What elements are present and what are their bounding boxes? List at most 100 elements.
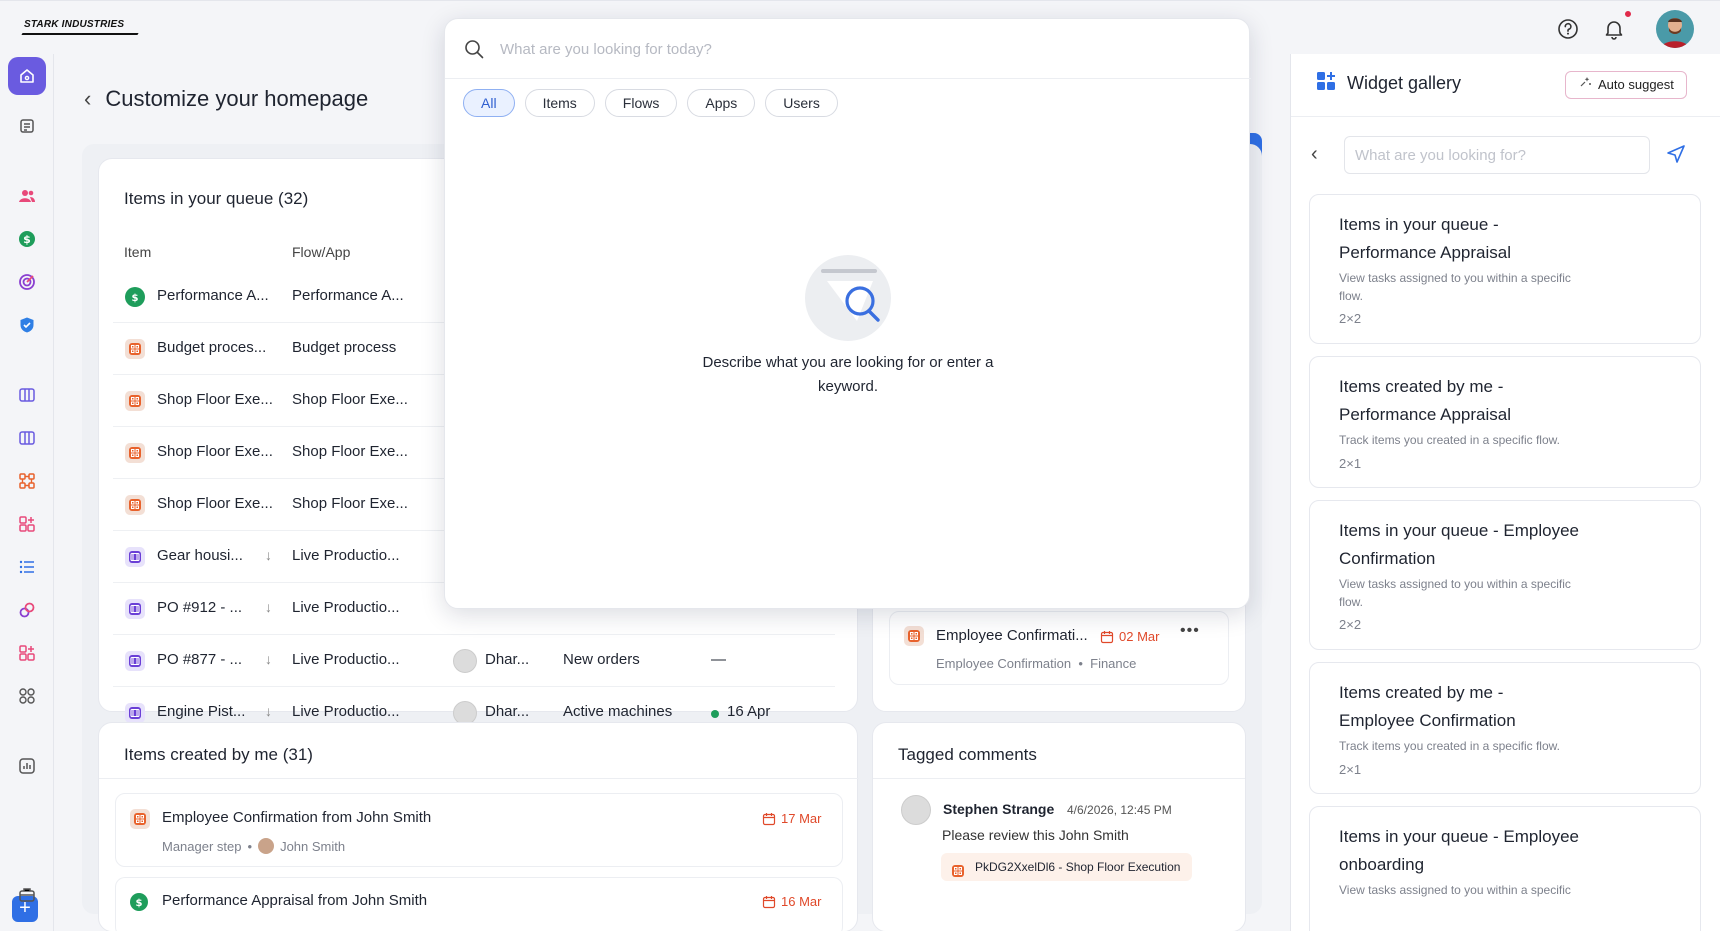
avatar bbox=[901, 795, 931, 825]
widget-card-size: 2×2 bbox=[1339, 617, 1362, 632]
created-card-title: Items created by me (31) bbox=[124, 745, 313, 764]
search-input[interactable] bbox=[500, 37, 1200, 61]
tagged-card: Tagged comments Stephen Strange 4/6/2026… bbox=[872, 722, 1246, 931]
due-date: 02 Mar bbox=[1100, 629, 1159, 644]
dollar-icon: $ bbox=[130, 893, 148, 911]
avatar[interactable] bbox=[1656, 10, 1694, 48]
dollar-icon: $ bbox=[125, 287, 145, 307]
send-icon[interactable] bbox=[1666, 144, 1686, 169]
apps-add-icon[interactable] bbox=[12, 638, 42, 668]
auto-suggest-button[interactable]: Auto suggest bbox=[1565, 71, 1687, 99]
widget-card[interactable]: Items created by me - Performance Apprais… bbox=[1309, 356, 1701, 488]
link-icon[interactable] bbox=[12, 595, 42, 625]
notes-icon[interactable] bbox=[12, 111, 42, 141]
row-flow: Shop Floor Exe... bbox=[292, 495, 408, 512]
svg-text:$: $ bbox=[23, 233, 31, 246]
list-item[interactable]: $ Performance Appraisal from John Smith … bbox=[115, 877, 843, 931]
chart-icon[interactable] bbox=[12, 751, 42, 781]
sparkle-icon bbox=[1578, 72, 1592, 98]
search-popup: All Items Flows Apps Users Describe what… bbox=[444, 18, 1251, 609]
col-head-flow: Flow/App bbox=[292, 244, 351, 260]
flow-icon bbox=[125, 391, 145, 411]
more-icon[interactable]: ••• bbox=[1180, 622, 1200, 640]
widget-card-desc: View tasks assigned to you within a spec… bbox=[1339, 271, 1571, 303]
board-icon bbox=[125, 599, 145, 619]
arrow-down-icon: ↓ bbox=[265, 547, 272, 563]
widget-card[interactable]: Items in your queue - Employee Confirmati… bbox=[1309, 500, 1701, 650]
row-item: Performance A... bbox=[157, 287, 269, 304]
flow-icon bbox=[951, 860, 965, 888]
back-chevron-icon[interactable]: ‹ bbox=[1311, 143, 1318, 166]
board-icon[interactable] bbox=[12, 423, 42, 453]
left-rail: $ + bbox=[0, 54, 54, 931]
chip-all[interactable]: All bbox=[463, 89, 515, 117]
flow-icon bbox=[125, 443, 145, 463]
row-item: Engine Pist... bbox=[157, 703, 246, 720]
calendar-icon bbox=[762, 812, 776, 825]
flow-icon bbox=[125, 339, 145, 359]
shield-icon[interactable] bbox=[12, 310, 42, 340]
widget-card-title: Items created by me - Performance Apprais… bbox=[1339, 377, 1511, 424]
queue-card-title: Items in your queue (32) bbox=[124, 189, 309, 208]
created-card: Items created by me (31) Employee Confir… bbox=[98, 722, 859, 931]
chip-users[interactable]: Users bbox=[765, 89, 838, 117]
avatar bbox=[453, 649, 477, 673]
status-dot bbox=[711, 710, 719, 718]
comment-text: Please review this John Smith bbox=[942, 827, 1129, 843]
widget-search-input[interactable] bbox=[1344, 136, 1650, 174]
help-icon[interactable] bbox=[1552, 13, 1584, 45]
row-stage: Active machines bbox=[563, 703, 673, 720]
briefcase-icon[interactable] bbox=[12, 880, 42, 910]
grid-icon[interactable] bbox=[12, 681, 42, 711]
chip-apps[interactable]: Apps bbox=[687, 89, 756, 117]
empty-search-icon bbox=[805, 255, 891, 341]
row-item: PO #912 - ... bbox=[157, 599, 243, 616]
calendar-icon bbox=[762, 895, 776, 908]
svg-text:$: $ bbox=[132, 293, 139, 303]
divider bbox=[1291, 116, 1720, 117]
item-title: Employee Confirmati... bbox=[936, 627, 1088, 644]
apps-add-icon[interactable] bbox=[12, 509, 42, 539]
due-date: 17 Mar bbox=[762, 811, 821, 826]
board-icon bbox=[125, 703, 145, 723]
row-user: Dhar... bbox=[485, 703, 530, 720]
flow-icon bbox=[125, 495, 145, 515]
row-item: Budget proces... bbox=[157, 339, 267, 356]
tag-chip[interactable]: PkDG2XxelDl6 - Shop Floor Execution bbox=[941, 853, 1193, 881]
widget-card-desc: View tasks assigned to you within a spec… bbox=[1339, 577, 1571, 609]
flow-icon[interactable] bbox=[12, 466, 42, 496]
home-icon[interactable] bbox=[8, 57, 46, 95]
widget-card-desc: View tasks assigned to you within a spec… bbox=[1339, 883, 1571, 897]
row-due: — bbox=[711, 651, 726, 668]
widget-card[interactable]: Items created by me - Employee Confirmati… bbox=[1309, 662, 1701, 794]
list-icon[interactable] bbox=[12, 552, 42, 582]
due-date: 16 Mar bbox=[762, 894, 821, 909]
target-icon[interactable] bbox=[12, 267, 42, 297]
table-row[interactable]: PO #877 - ... ↓ Live Productio... Dhar..… bbox=[113, 635, 835, 687]
list-item[interactable]: Employee Confirmation from John Smith 17… bbox=[115, 793, 843, 867]
chip-items[interactable]: Items bbox=[524, 89, 595, 117]
row-stage: New orders bbox=[563, 651, 640, 668]
widget-card[interactable]: Items in your queue - Employee onboarding… bbox=[1309, 806, 1701, 931]
row-flow: Live Productio... bbox=[292, 547, 400, 564]
search-icon bbox=[463, 38, 485, 65]
list-item[interactable]: Employee Confirmati... 02 Mar ••• Employ… bbox=[889, 611, 1229, 685]
item-title: Employee Confirmation from John Smith bbox=[162, 809, 432, 826]
company-logo: STARK INDUSTRIES bbox=[24, 19, 125, 30]
row-item: Shop Floor Exe... bbox=[157, 443, 273, 460]
back-chevron-icon[interactable]: ‹ bbox=[84, 86, 91, 112]
row-due: 16 Apr bbox=[727, 703, 771, 720]
avatar bbox=[258, 838, 275, 854]
row-item: Gear housi... bbox=[157, 547, 243, 564]
row-item: Shop Floor Exe... bbox=[157, 495, 273, 512]
widget-card-desc: Track items you created in a specific fl… bbox=[1339, 739, 1560, 753]
widget-card[interactable]: Items in your queue - Performance Apprais… bbox=[1309, 194, 1701, 344]
row-flow: Shop Floor Exe... bbox=[292, 391, 408, 408]
dollar-icon[interactable]: $ bbox=[12, 224, 42, 254]
users-icon[interactable] bbox=[12, 181, 42, 211]
board-icon bbox=[125, 651, 145, 671]
board-icon[interactable] bbox=[12, 380, 42, 410]
chip-flows[interactable]: Flows bbox=[604, 89, 678, 117]
widget-card-title: Items in your queue - Employee Confirmati… bbox=[1339, 521, 1580, 568]
divider bbox=[99, 778, 859, 779]
